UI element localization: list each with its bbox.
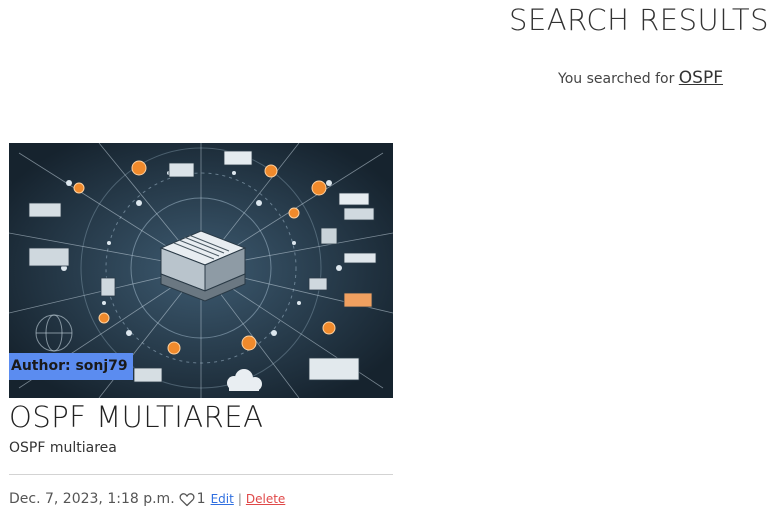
search-prefix: You searched for: [558, 71, 675, 87]
search-term-link[interactable]: OSPF: [679, 68, 723, 88]
post-thumbnail[interactable]: Author: sonj79: [9, 143, 393, 398]
edit-link[interactable]: Edit: [211, 492, 234, 506]
heart-outline-icon[interactable]: [179, 492, 195, 507]
page-title: SEARCH RESULTS: [509, 3, 769, 37]
post-excerpt: OSPF multiarea: [9, 440, 117, 456]
link-separator: |: [237, 492, 242, 506]
author-badge: Author: sonj79: [9, 353, 133, 380]
divider: [9, 474, 393, 475]
like-count: 1: [196, 491, 206, 507]
search-summary: You searched for OSPF: [558, 68, 723, 88]
post-meta: Dec. 7, 2023, 1:18 p.m. 1 Edit | Delete: [9, 491, 393, 507]
delete-link[interactable]: Delete: [246, 492, 285, 506]
post-date: Dec. 7, 2023, 1:18 p.m.: [9, 491, 175, 507]
result-card: Author: sonj79 OSPF MULTIAREA OSPF multi…: [9, 143, 393, 507]
post-title[interactable]: OSPF MULTIAREA: [9, 398, 393, 436]
